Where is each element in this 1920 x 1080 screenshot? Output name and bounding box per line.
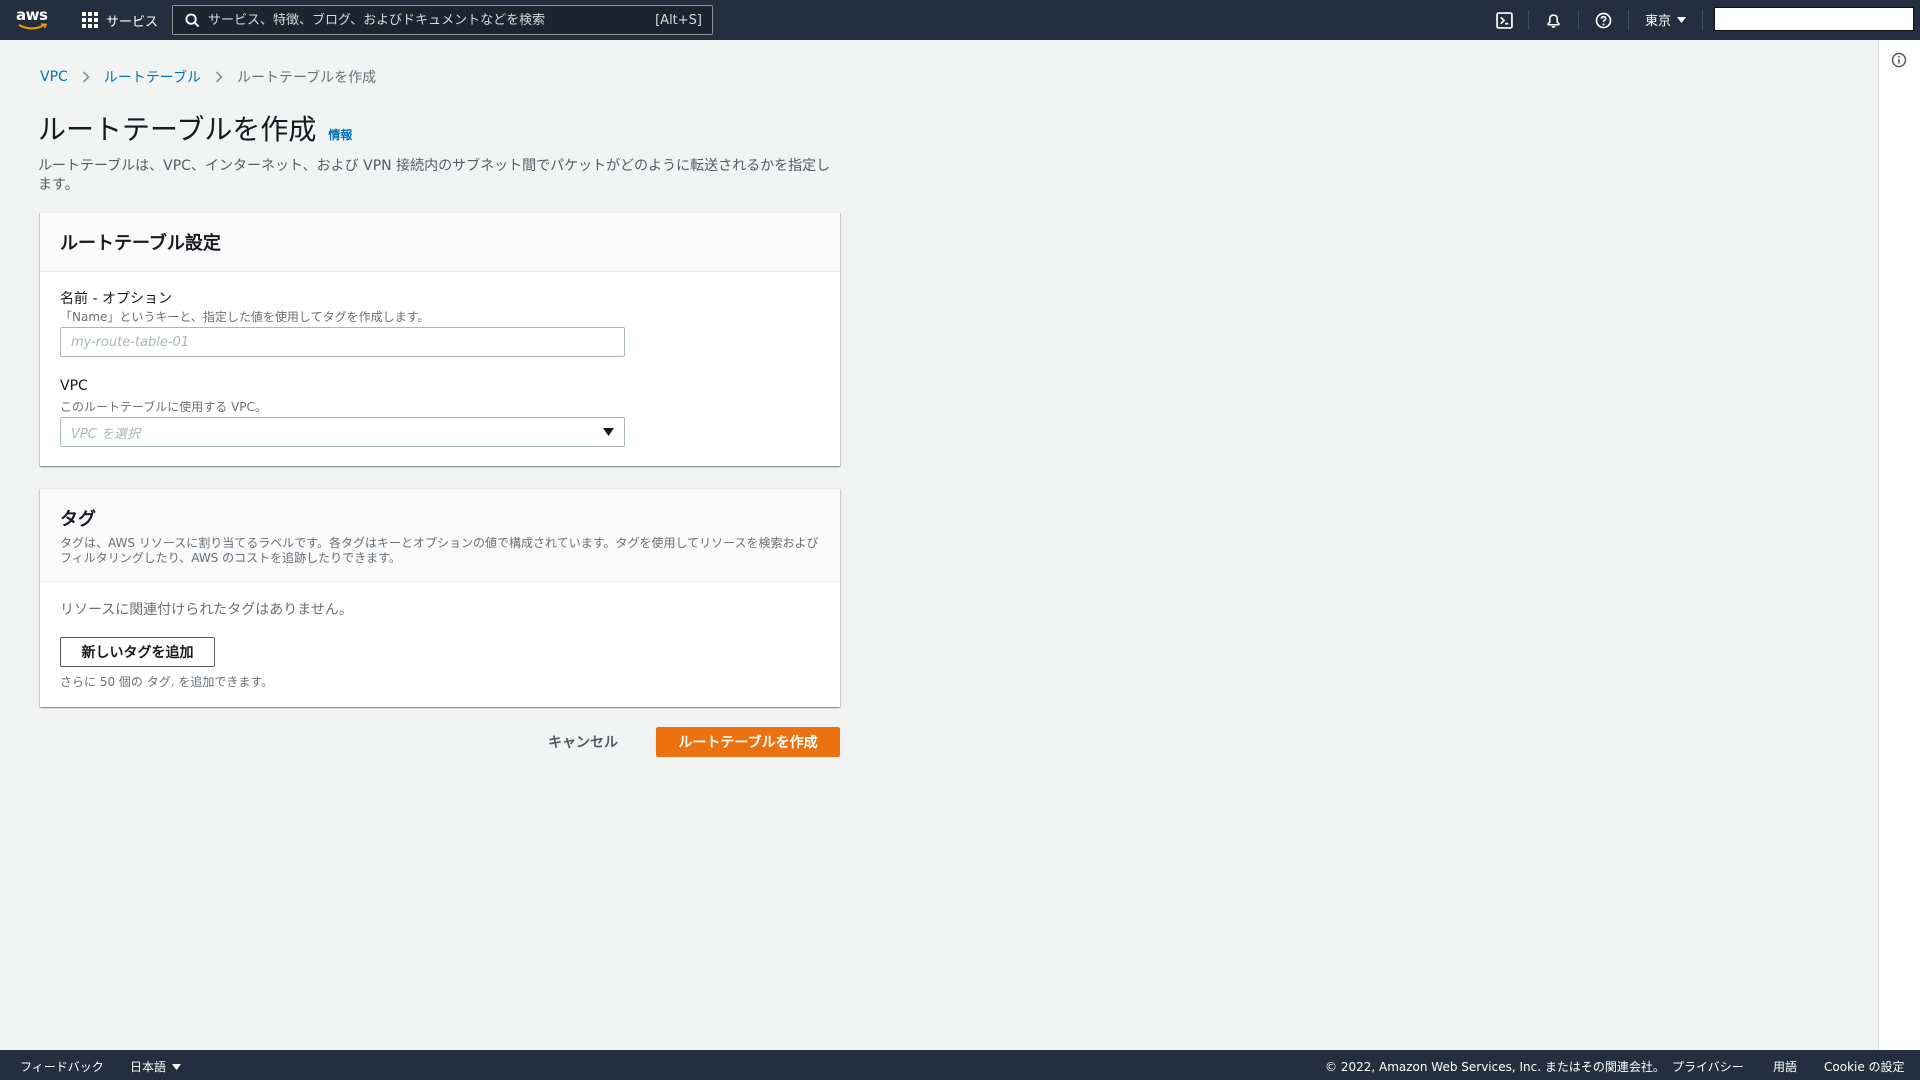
feedback-link[interactable]: フィードバック [20, 1058, 104, 1075]
aws-logo-text: aws [16, 6, 48, 24]
search-icon [185, 12, 200, 27]
aws-smile-icon [18, 23, 48, 30]
caret-down-icon [1677, 16, 1687, 23]
breadcrumb-item-vpc[interactable]: VPC [40, 69, 68, 85]
vpc-field-description: このルートテーブルに使用する VPC。 [60, 400, 267, 414]
page-title: ルートテーブルを作成 [38, 113, 317, 146]
cloudshell-button[interactable] [1494, 10, 1514, 30]
caret-down-icon [172, 1063, 182, 1070]
vpc-field-label: VPC [60, 378, 88, 394]
page-title-row: ルートテーブルを作成 情報 [38, 108, 352, 148]
panel-title-settings: ルートテーブル設定 [60, 233, 221, 254]
top-navigation: aws サービス [Alt+S] [0, 0, 1920, 40]
panel-title-tags: タグ [60, 509, 96, 530]
aws-logo[interactable]: aws [16, 8, 50, 32]
bell-icon [1546, 13, 1560, 28]
nav-separator [1578, 10, 1579, 30]
cancel-button[interactable]: キャンセル [548, 727, 618, 757]
breadcrumb-current: ルートテーブルを作成 [236, 70, 377, 86]
help-button[interactable] [1593, 10, 1613, 30]
breadcrumb: VPC ルートテーブル ルートテーブルを作成 [40, 68, 376, 86]
name-field-label: 名前 - オプション [60, 291, 172, 307]
cookie-settings-link[interactable]: Cookie の設定 [1824, 1058, 1905, 1075]
vpc-select-placeholder: VPC を選択 [71, 426, 140, 442]
panel-header: タグ タグは、AWS リソースに割り当てるラベルです。各タグはキーとオプションの… [40, 489, 840, 582]
terms-link[interactable]: 用語 [1773, 1058, 1797, 1075]
services-label: サービス [106, 14, 159, 30]
info-icon [1891, 52, 1907, 68]
language-label: 日本語 [130, 1060, 167, 1074]
add-tag-button[interactable]: 新しいタグを追加 [60, 637, 215, 667]
panel-header: ルートテーブル設定 [40, 213, 840, 272]
help-icon [1595, 12, 1611, 28]
tags-empty-text: リソースに関連付けられたタグはありません。 [60, 602, 353, 618]
region-selector[interactable]: 東京 [1645, 10, 1687, 29]
vpc-select[interactable]: VPC を選択 [60, 417, 625, 447]
nav-separator [1528, 10, 1529, 30]
nav-separator [1628, 10, 1629, 30]
grid-icon [82, 12, 98, 28]
region-label: 東京 [1645, 14, 1672, 29]
chevron-right-icon [215, 71, 223, 83]
name-field-description: 「Name」というキーと、指定した値を使用してタグを作成します。 [60, 310, 430, 324]
global-search-input[interactable] [208, 12, 656, 28]
info-link[interactable]: 情報 [328, 126, 352, 143]
footer: フィードバック 日本語 © 2022, Amazon Web Services,… [0, 1050, 1920, 1080]
account-menu[interactable] [1714, 7, 1914, 31]
chevron-right-icon [82, 71, 90, 83]
language-selector[interactable]: 日本語 [130, 1058, 182, 1075]
tags-description: タグは、AWS リソースに割り当てるラベルです。各タグはキーとオプションの値で構… [60, 536, 819, 565]
tags-limit-text: さらに 50 個の タグ. を追加できます。 [60, 675, 274, 689]
services-menu-button[interactable]: サービス [82, 8, 158, 32]
global-search-box[interactable]: [Alt+S] [172, 5, 713, 35]
caret-down-icon [603, 428, 614, 436]
breadcrumb-item-route-tables[interactable]: ルートテーブル [104, 67, 201, 87]
tags-panel: タグ タグは、AWS リソースに割り当てるラベルです。各タグはキーとオプションの… [40, 488, 840, 707]
name-input[interactable] [60, 327, 625, 357]
search-shortcut-hint: [Alt+S] [655, 12, 702, 28]
tools-info-button[interactable] [1891, 52, 1907, 72]
copyright-text: © 2022, Amazon Web Services, Inc. またはその関… [1325, 1060, 1665, 1074]
route-table-settings-panel: ルートテーブル設定 名前 - オプション 「Name」というキーと、指定した値を… [40, 212, 840, 466]
nav-separator [1702, 10, 1703, 30]
create-route-table-button[interactable]: ルートテーブルを作成 [656, 727, 840, 757]
notifications-button[interactable] [1543, 10, 1563, 30]
privacy-link[interactable]: プライバシー [1672, 1058, 1744, 1075]
page-description: ルートテーブルは、VPC、インターネット、および VPN 接続内のサブネット間で… [38, 158, 831, 193]
terminal-icon [1495, 11, 1513, 29]
tools-panel-rail [1878, 40, 1920, 1050]
